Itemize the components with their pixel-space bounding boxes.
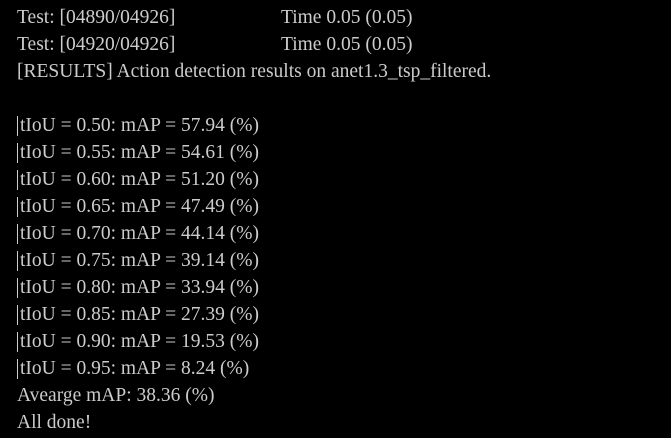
- result-text: tIoU = 0.65: mAP = 47.49 (%): [20, 196, 260, 217]
- result-row: tIoU = 0.55: mAP = 54.61 (%): [17, 139, 671, 166]
- progress-time: Time 0.05 (0.05): [281, 7, 413, 28]
- result-row: tIoU = 0.65: mAP = 47.49 (%): [17, 193, 671, 220]
- progress-time: Time 0.05 (0.05): [281, 34, 413, 55]
- result-text: tIoU = 0.95: mAP = 8.24 (%): [20, 358, 250, 379]
- result-row: tIoU = 0.90: mAP = 19.53 (%): [17, 328, 671, 355]
- terminal-window[interactable]: Test: [04890/04926] Time 0.05 (0.05) Test…: [0, 0, 671, 438]
- progress-line: Test: [04890/04926] Time 0.05 (0.05): [17, 4, 671, 31]
- result-row: tIoU = 0.75: mAP = 39.14 (%): [17, 247, 671, 274]
- result-text: tIoU = 0.70: mAP = 44.14 (%): [20, 223, 260, 244]
- result-text: tIoU = 0.80: mAP = 33.94 (%): [20, 277, 260, 298]
- result-text: tIoU = 0.75: mAP = 39.14 (%): [20, 250, 260, 271]
- result-text: tIoU = 0.55: mAP = 54.61 (%): [20, 142, 260, 163]
- result-row: tIoU = 0.50: mAP = 57.94 (%): [17, 112, 671, 139]
- progress-label: Test: [04890/04926]: [17, 7, 176, 28]
- result-text: tIoU = 0.85: mAP = 27.39 (%): [20, 304, 260, 325]
- result-row: tIoU = 0.85: mAP = 27.39 (%): [17, 301, 671, 328]
- result-text: tIoU = 0.60: mAP = 51.20 (%): [20, 169, 260, 190]
- progress-line: Test: [04920/04926] Time 0.05 (0.05): [17, 31, 671, 58]
- result-row: tIoU = 0.95: mAP = 8.24 (%): [17, 355, 671, 382]
- result-text: tIoU = 0.50: mAP = 57.94 (%): [20, 115, 260, 136]
- result-row: tIoU = 0.70: mAP = 44.14 (%): [17, 220, 671, 247]
- result-text: tIoU = 0.90: mAP = 19.53 (%): [20, 331, 260, 352]
- average-map-line: Avearge mAP: 38.36 (%): [17, 385, 215, 406]
- results-header: [RESULTS] Action detection results on an…: [17, 61, 492, 82]
- progress-label: Test: [04920/04926]: [17, 34, 176, 55]
- result-row: tIoU = 0.60: mAP = 51.20 (%): [17, 166, 671, 193]
- done-line: All done!: [17, 412, 92, 433]
- result-row: tIoU = 0.80: mAP = 33.94 (%): [17, 274, 671, 301]
